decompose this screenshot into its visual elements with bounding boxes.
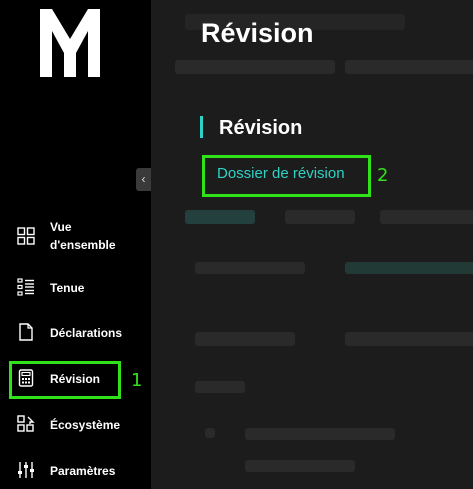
background-placeholder — [195, 381, 245, 393]
logo-icon[interactable] — [40, 9, 100, 77]
sidebar-item-vue-ensemble[interactable]: Vue d'ensemble — [0, 218, 151, 254]
sidebar-item-label: Paramètres — [50, 464, 116, 478]
sidebar-item-label: Tenue — [50, 281, 85, 295]
highlight-box-revision — [9, 361, 121, 399]
sidebar-item-label: Écosystème — [50, 418, 121, 432]
popup-accent-bar — [200, 116, 203, 138]
puzzle-icon — [17, 415, 35, 432]
background-placeholder — [345, 262, 473, 274]
background-placeholder — [345, 60, 473, 74]
background-placeholder — [380, 210, 473, 224]
chevron-left-icon: ‹ — [141, 172, 146, 186]
background-placeholder — [175, 60, 335, 74]
highlight-box-dossier — [202, 155, 371, 197]
sidebar-item-parametres[interactable]: Paramètres — [0, 461, 151, 481]
background-placeholder — [245, 460, 355, 472]
sidebar-item-label: Déclarations — [50, 326, 123, 340]
background-placeholder — [245, 428, 395, 440]
list-icon — [17, 278, 34, 296]
sidebar-item-label: d'ensemble — [50, 238, 116, 252]
main-content: Révision Révision Dossier de révision 2 — [151, 0, 473, 489]
document-icon — [19, 323, 33, 341]
sidebar-item-ecosysteme[interactable]: Écosystème — [0, 415, 151, 435]
page-title: Révision — [201, 18, 314, 48]
background-placeholder — [205, 428, 215, 438]
background-placeholder — [195, 332, 295, 346]
sliders-icon — [18, 462, 34, 478]
annotation-marker-1: 1 — [131, 370, 143, 391]
annotation-marker-2: 2 — [377, 165, 389, 186]
sidebar-item-tenue[interactable]: Tenue — [0, 278, 151, 298]
sidebar: ‹ Vue d'ensemble Tenue Déclarations Révi… — [0, 0, 151, 489]
background-placeholder — [285, 210, 355, 224]
background-placeholder — [185, 210, 255, 224]
background-placeholder — [345, 332, 473, 346]
sidebar-item-label: Vue — [50, 220, 72, 234]
background-placeholder — [195, 262, 305, 274]
sidebar-item-declarations[interactable]: Déclarations — [0, 323, 151, 343]
collapse-sidebar-button[interactable]: ‹ — [136, 168, 151, 191]
popup-title: Révision — [219, 117, 303, 139]
grid-icon — [17, 227, 35, 245]
